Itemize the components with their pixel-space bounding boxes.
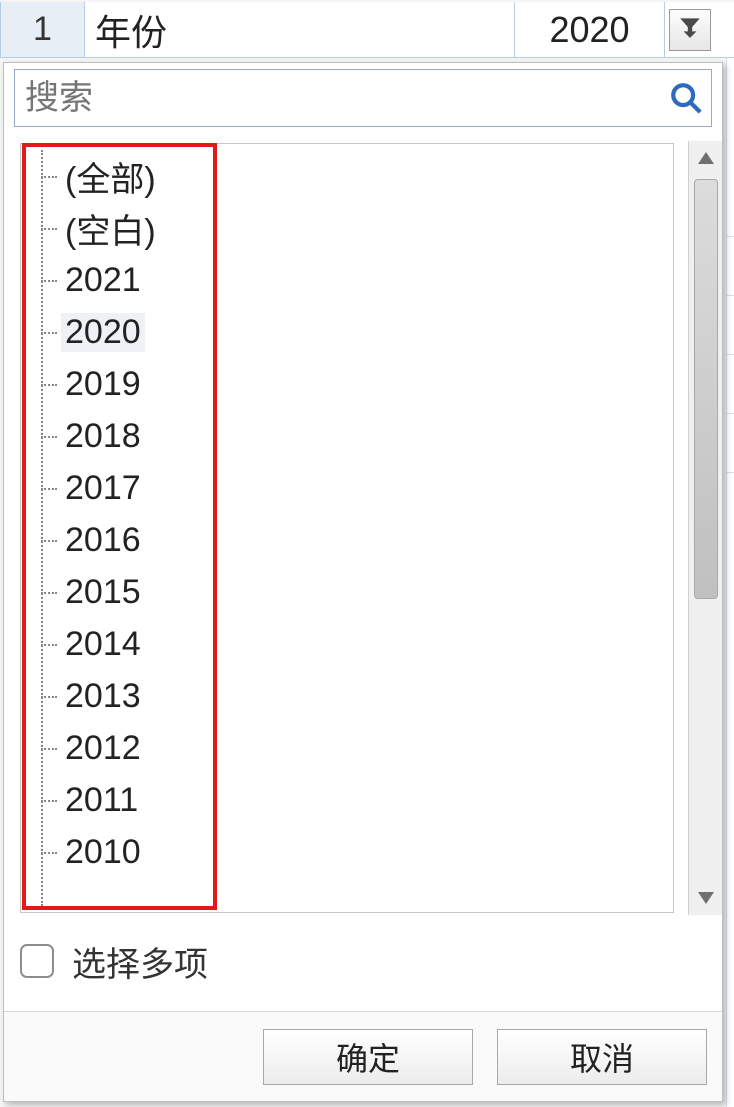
spreadsheet-row: 1 年份 2020 — [0, 2, 734, 58]
list-item[interactable]: 2014 — [39, 618, 673, 670]
list-item[interactable]: (全部) — [39, 150, 673, 202]
list-item[interactable]: 2010 — [39, 826, 673, 878]
list-item[interactable]: 2011 — [39, 774, 673, 826]
select-multiple-label: 选择多项 — [72, 937, 208, 986]
list-item[interactable]: 2020 — [39, 306, 673, 358]
sheet-right-edge — [726, 58, 734, 1107]
list-item-label: (全部) — [61, 152, 160, 201]
field-name-cell[interactable]: 年份 — [85, 2, 515, 58]
list-item[interactable]: 2021 — [39, 254, 673, 306]
scrollbar-thumb[interactable] — [694, 179, 718, 599]
list-item-label: 2019 — [61, 365, 145, 404]
list-item-label: (空白) — [61, 204, 160, 253]
list-item-label: 2020 — [61, 313, 145, 352]
list-item-label: 2017 — [61, 469, 145, 508]
filter-icon — [677, 14, 703, 45]
list-item[interactable]: 2017 — [39, 462, 673, 514]
field-value-cell[interactable]: 2020 — [515, 2, 665, 58]
filter-button-cell — [665, 2, 734, 58]
filter-dropdown-button[interactable] — [669, 9, 711, 51]
vertical-scrollbar[interactable] — [688, 141, 722, 915]
list-item[interactable]: 2013 — [39, 670, 673, 722]
search-icon[interactable] — [661, 81, 711, 115]
filter-list-box: (全部)(空白) 2021 2020 2019 2018 2017 2016 2015 2014… — [20, 143, 674, 913]
select-multiple-row[interactable]: 选择多项 — [20, 933, 674, 989]
filter-dropdown-panel: (全部)(空白) 2021 2020 2019 2018 2017 2016 2015 2014… — [3, 62, 723, 1102]
select-multiple-checkbox[interactable] — [20, 944, 54, 978]
dialog-footer: 确定 取消 — [4, 1011, 722, 1101]
list-item[interactable]: 2016 — [39, 514, 673, 566]
list-item[interactable]: 2012 — [39, 722, 673, 774]
list-item-label: 2018 — [61, 417, 145, 456]
list-item-label: 2021 — [61, 261, 145, 300]
search-box — [14, 69, 712, 127]
list-item-label: 2015 — [61, 573, 145, 612]
row-number-header[interactable]: 1 — [0, 2, 85, 58]
list-item-label: 2012 — [61, 729, 145, 768]
list-item-label: 2010 — [61, 833, 145, 872]
list-item-label: 2011 — [61, 781, 142, 820]
list-item[interactable]: 2015 — [39, 566, 673, 618]
search-input[interactable] — [15, 70, 661, 126]
list-item-label: 2016 — [61, 521, 145, 560]
cancel-button[interactable]: 取消 — [497, 1029, 707, 1085]
ok-button[interactable]: 确定 — [263, 1029, 473, 1085]
list-item-label: 2014 — [61, 625, 145, 664]
list-item[interactable]: 2019 — [39, 358, 673, 410]
list-item[interactable]: 2018 — [39, 410, 673, 462]
scroll-down-arrow-icon[interactable] — [689, 883, 723, 913]
scroll-up-arrow-icon[interactable] — [689, 143, 723, 173]
list-item-label: 2013 — [61, 677, 145, 716]
filter-list: (全部)(空白) 2021 2020 2019 2018 2017 2016 2015 2014… — [21, 144, 673, 912]
list-item[interactable]: (空白) — [39, 202, 673, 254]
